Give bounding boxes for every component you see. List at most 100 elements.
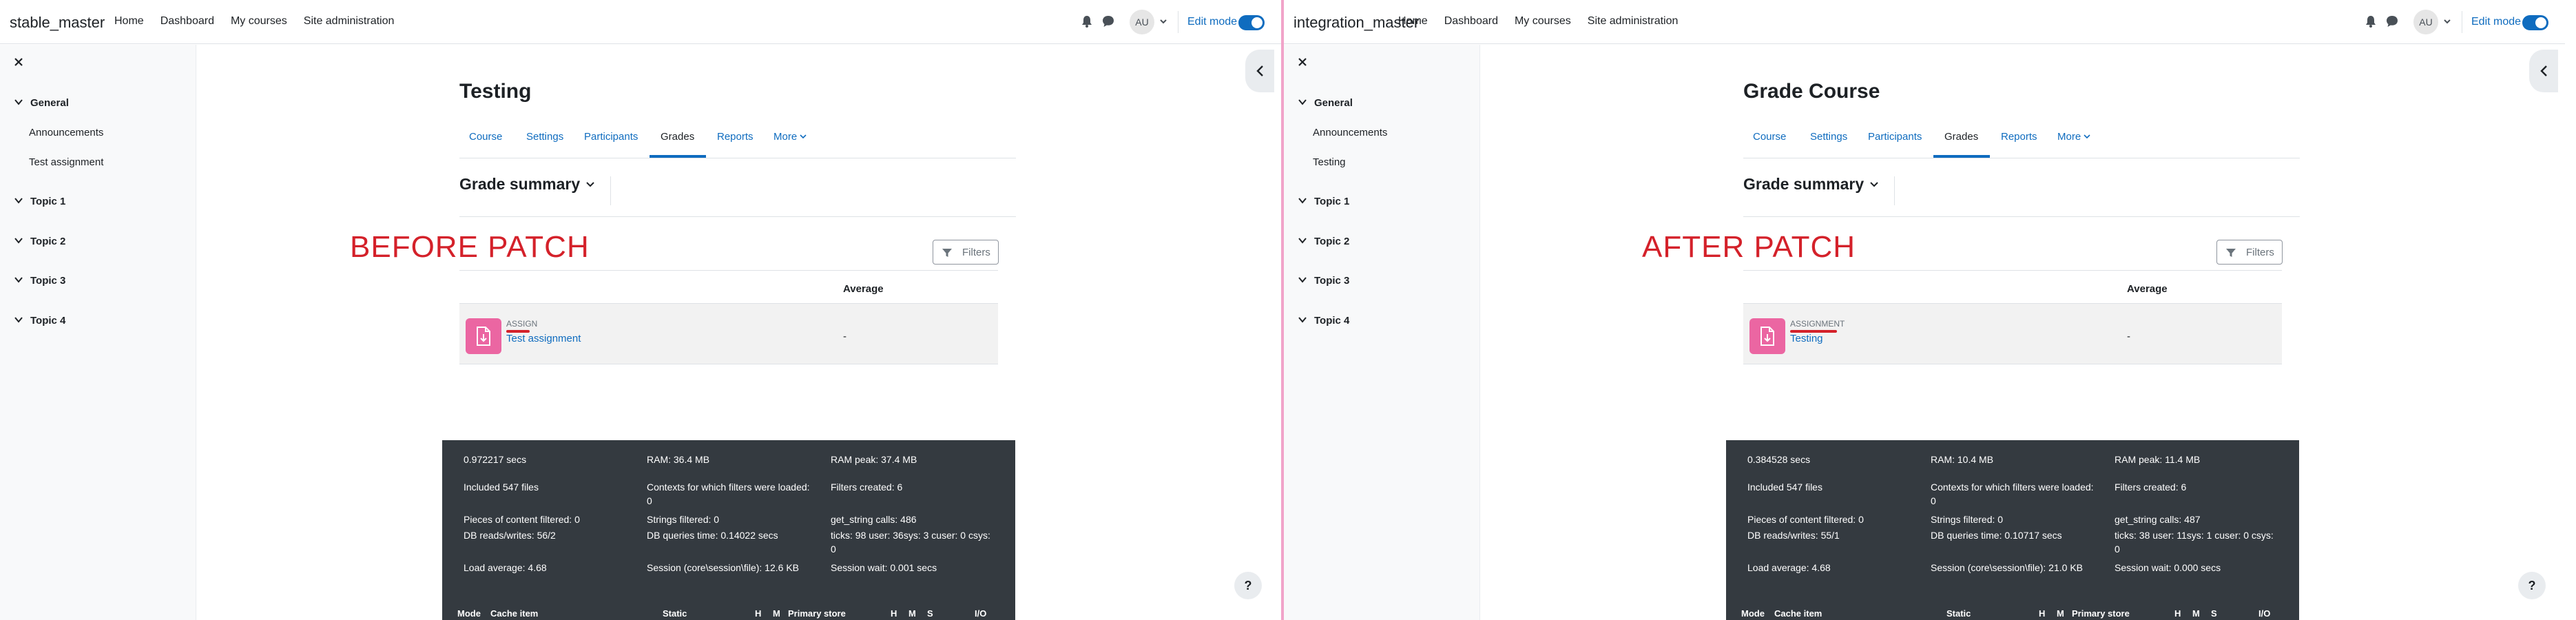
- nav-dashboard[interactable]: Dashboard: [1444, 15, 1498, 28]
- comparison-screenshot: stable_master Home Dashboard My courses …: [0, 0, 2576, 620]
- cache-table-header-static: Static: [1946, 608, 1971, 619]
- tab-participants[interactable]: Participants: [1868, 131, 1922, 143]
- chevron-down-icon: [2084, 134, 2090, 139]
- chevron-down-icon[interactable]: [1159, 17, 1168, 26]
- perf-included-files: Included 547 files: [1747, 482, 1822, 493]
- course-index-drawer: General Announcements Testing Topic 1 To…: [1284, 45, 1480, 620]
- tab-course[interactable]: Course: [469, 131, 502, 143]
- chevron-down-icon: [1298, 317, 1307, 323]
- tab-more[interactable]: More: [2057, 131, 2090, 143]
- grade-report-selector[interactable]: Grade summary: [459, 175, 595, 194]
- perf-pieces-filtered: Pieces of content filtered: 0: [1747, 514, 1864, 525]
- cache-table-header-primary-store: Primary store: [788, 608, 846, 619]
- tab-grades[interactable]: Grades: [1944, 131, 1978, 143]
- edit-mode-label[interactable]: Edit mode: [2471, 16, 2521, 28]
- page-title: Grade Course: [1743, 80, 1880, 103]
- course-index-section-topic-3[interactable]: Topic 3: [1298, 275, 1349, 287]
- cache-table-header-io: I/O: [975, 608, 987, 619]
- close-icon[interactable]: [1296, 56, 1309, 68]
- edit-mode-toggle[interactable]: [2522, 15, 2548, 30]
- page-title: Testing: [459, 80, 532, 103]
- tab-reports[interactable]: Reports: [717, 131, 754, 143]
- tab-more[interactable]: More: [773, 131, 807, 143]
- perf-pieces-filtered: Pieces of content filtered: 0: [464, 514, 580, 525]
- course-index-section-topic-2[interactable]: Topic 2: [14, 236, 65, 247]
- course-index-section-topic-3[interactable]: Topic 3: [14, 275, 65, 287]
- primary-navigation: Home Dashboard My courses Site administr…: [1398, 15, 1694, 28]
- chevron-down-icon: [1298, 238, 1307, 244]
- performance-info-footer: 0.384528 secs RAM: 10.4 MB RAM peak: 11.…: [1726, 440, 2299, 620]
- bell-icon[interactable]: [2365, 15, 2376, 28]
- nav-my-courses[interactable]: My courses: [231, 15, 287, 28]
- nav-site-administration[interactable]: Site administration: [304, 15, 395, 28]
- chevron-down-icon: [1298, 277, 1307, 283]
- nav-dashboard[interactable]: Dashboard: [160, 15, 214, 28]
- course-index-item[interactable]: Testing: [1313, 156, 1346, 168]
- course-index-item[interactable]: Announcements: [1313, 127, 1387, 138]
- grade-report-title: Grade summary: [1743, 175, 1865, 193]
- tab-settings[interactable]: Settings: [526, 131, 563, 143]
- chevron-down-icon: [14, 277, 23, 283]
- chevron-down-icon[interactable]: [2442, 17, 2452, 26]
- course-index-section-topic-1[interactable]: Topic 1: [14, 196, 65, 207]
- perf-strings-filtered: Strings filtered: 0: [1931, 514, 2004, 525]
- column-header-average[interactable]: Average: [843, 283, 884, 295]
- section-label: Topic 1: [30, 196, 66, 207]
- block-drawer-toggle[interactable]: [1245, 50, 1274, 92]
- nav-my-courses[interactable]: My courses: [1515, 15, 1571, 28]
- chevron-down-icon: [14, 99, 23, 105]
- cache-table-header-cache-item: Cache item: [490, 608, 539, 619]
- perf-session-wait: Session wait: 0.001 secs: [831, 562, 937, 573]
- tab-more-label: More: [2057, 131, 2081, 143]
- help-button[interactable]: ?: [1234, 572, 1262, 599]
- filters-button[interactable]: Filters: [2216, 240, 2283, 265]
- tab-settings[interactable]: Settings: [1810, 131, 1847, 143]
- chat-icon[interactable]: [1102, 15, 1114, 28]
- activity-type-label: ASSIGN: [506, 319, 538, 329]
- edit-mode-toggle[interactable]: [1238, 15, 1265, 30]
- chat-icon[interactable]: [2386, 15, 2398, 28]
- site-name[interactable]: stable_master: [10, 14, 105, 32]
- course-index-item[interactable]: Announcements: [29, 127, 103, 138]
- course-index-item[interactable]: Test assignment: [29, 156, 103, 168]
- secondary-navigation: Course Settings Participants Grades Repo…: [1743, 123, 2300, 158]
- course-index-section-topic-4[interactable]: Topic 4: [1298, 315, 1349, 327]
- filters-button[interactable]: Filters: [933, 240, 999, 265]
- chevron-down-icon: [14, 198, 23, 204]
- filter-icon: [942, 249, 952, 257]
- cache-table-header-s: S: [927, 608, 933, 619]
- nav-home[interactable]: Home: [114, 15, 144, 28]
- avatar[interactable]: AU: [2413, 10, 2438, 34]
- course-index-section-general[interactable]: General: [1298, 97, 1353, 109]
- nav-home[interactable]: Home: [1398, 15, 1428, 28]
- after-patch-panel: integration_master Home Dashboard My cou…: [1284, 0, 2565, 620]
- close-icon[interactable]: [12, 56, 25, 68]
- course-index-section-topic-2[interactable]: Topic 2: [1298, 236, 1349, 247]
- perf-db-queries-time: DB queries time: 0.14022 secs: [647, 530, 778, 541]
- tab-course[interactable]: Course: [1753, 131, 1786, 143]
- cache-table-header-m: M: [2057, 608, 2064, 619]
- course-index-section-topic-4[interactable]: Topic 4: [14, 315, 65, 327]
- nav-site-administration[interactable]: Site administration: [1588, 15, 1679, 28]
- activity-name-link[interactable]: Test assignment: [506, 333, 581, 344]
- help-button[interactable]: ?: [2518, 572, 2546, 599]
- tab-reports[interactable]: Reports: [2001, 131, 2037, 143]
- before-patch-panel: stable_master Home Dashboard My courses …: [0, 0, 1281, 620]
- perf-get-string: get_string calls: 486: [831, 514, 917, 525]
- tab-grades[interactable]: Grades: [661, 131, 694, 143]
- tab-participants[interactable]: Participants: [584, 131, 638, 143]
- column-header-average[interactable]: Average: [2127, 283, 2168, 295]
- perf-filters-created: Filters created: 6: [831, 482, 903, 493]
- avatar[interactable]: AU: [1130, 10, 1154, 34]
- assignment-icon: [1749, 318, 1785, 354]
- block-drawer-toggle[interactable]: [2529, 50, 2558, 92]
- cache-table-header-static: Static: [663, 608, 687, 619]
- edit-mode-label[interactable]: Edit mode: [1187, 16, 1237, 28]
- course-index-section-general[interactable]: General: [14, 97, 69, 109]
- grade-report-selector[interactable]: Grade summary: [1743, 175, 1879, 194]
- patch-annotation: BEFORE PATCH: [350, 230, 590, 264]
- bell-icon[interactable]: [1081, 15, 1092, 28]
- activity-name-link[interactable]: Testing: [1790, 333, 1823, 344]
- course-index-section-topic-1[interactable]: Topic 1: [1298, 196, 1349, 207]
- user-navigation: AU Edit mode: [1074, 0, 1281, 44]
